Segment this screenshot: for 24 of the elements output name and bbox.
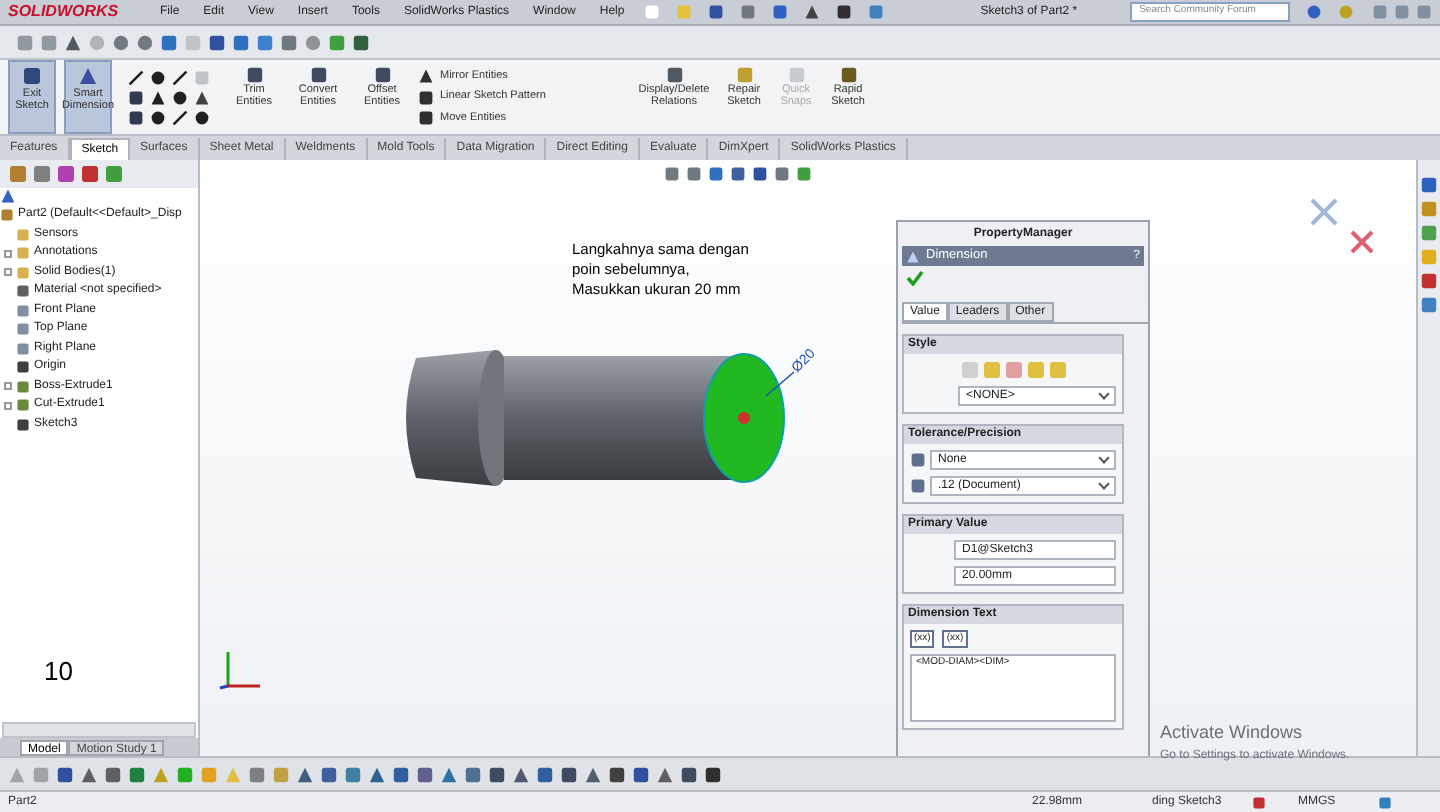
line-icon[interactable] [128,69,144,85]
dropdown-arrow-icon [1098,452,1110,464]
expand-icon[interactable] [4,401,12,410]
minimize-icon[interactable] [1372,4,1388,20]
undo-icon[interactable] [772,4,789,20]
activation-notice: Activate Windows [1160,720,1305,746]
step-number: 10 [44,653,73,689]
expand-icon[interactable] [4,382,12,391]
circle-icon[interactable] [150,69,166,85]
leader-line [764,370,796,398]
search-icon[interactable] [1305,4,1322,20]
help-icon[interactable] [1378,795,1392,809]
dropdown-arrow-icon [1098,388,1110,400]
axis-triad-icon [216,646,264,690]
confirmation-corner-icon[interactable] [1308,196,1376,256]
close-icon[interactable] [1416,4,1432,20]
scrollbar[interactable] [2,722,196,738]
expand-icon[interactable] [4,249,12,258]
dropdown-arrow-icon [1098,478,1110,490]
app-logo: SOLIDWORKS [8,0,121,24]
expand-icon[interactable] [4,268,12,277]
spline-icon[interactable] [172,69,188,85]
restore-icon[interactable] [1394,4,1410,20]
ok-icon[interactable] [906,270,924,286]
